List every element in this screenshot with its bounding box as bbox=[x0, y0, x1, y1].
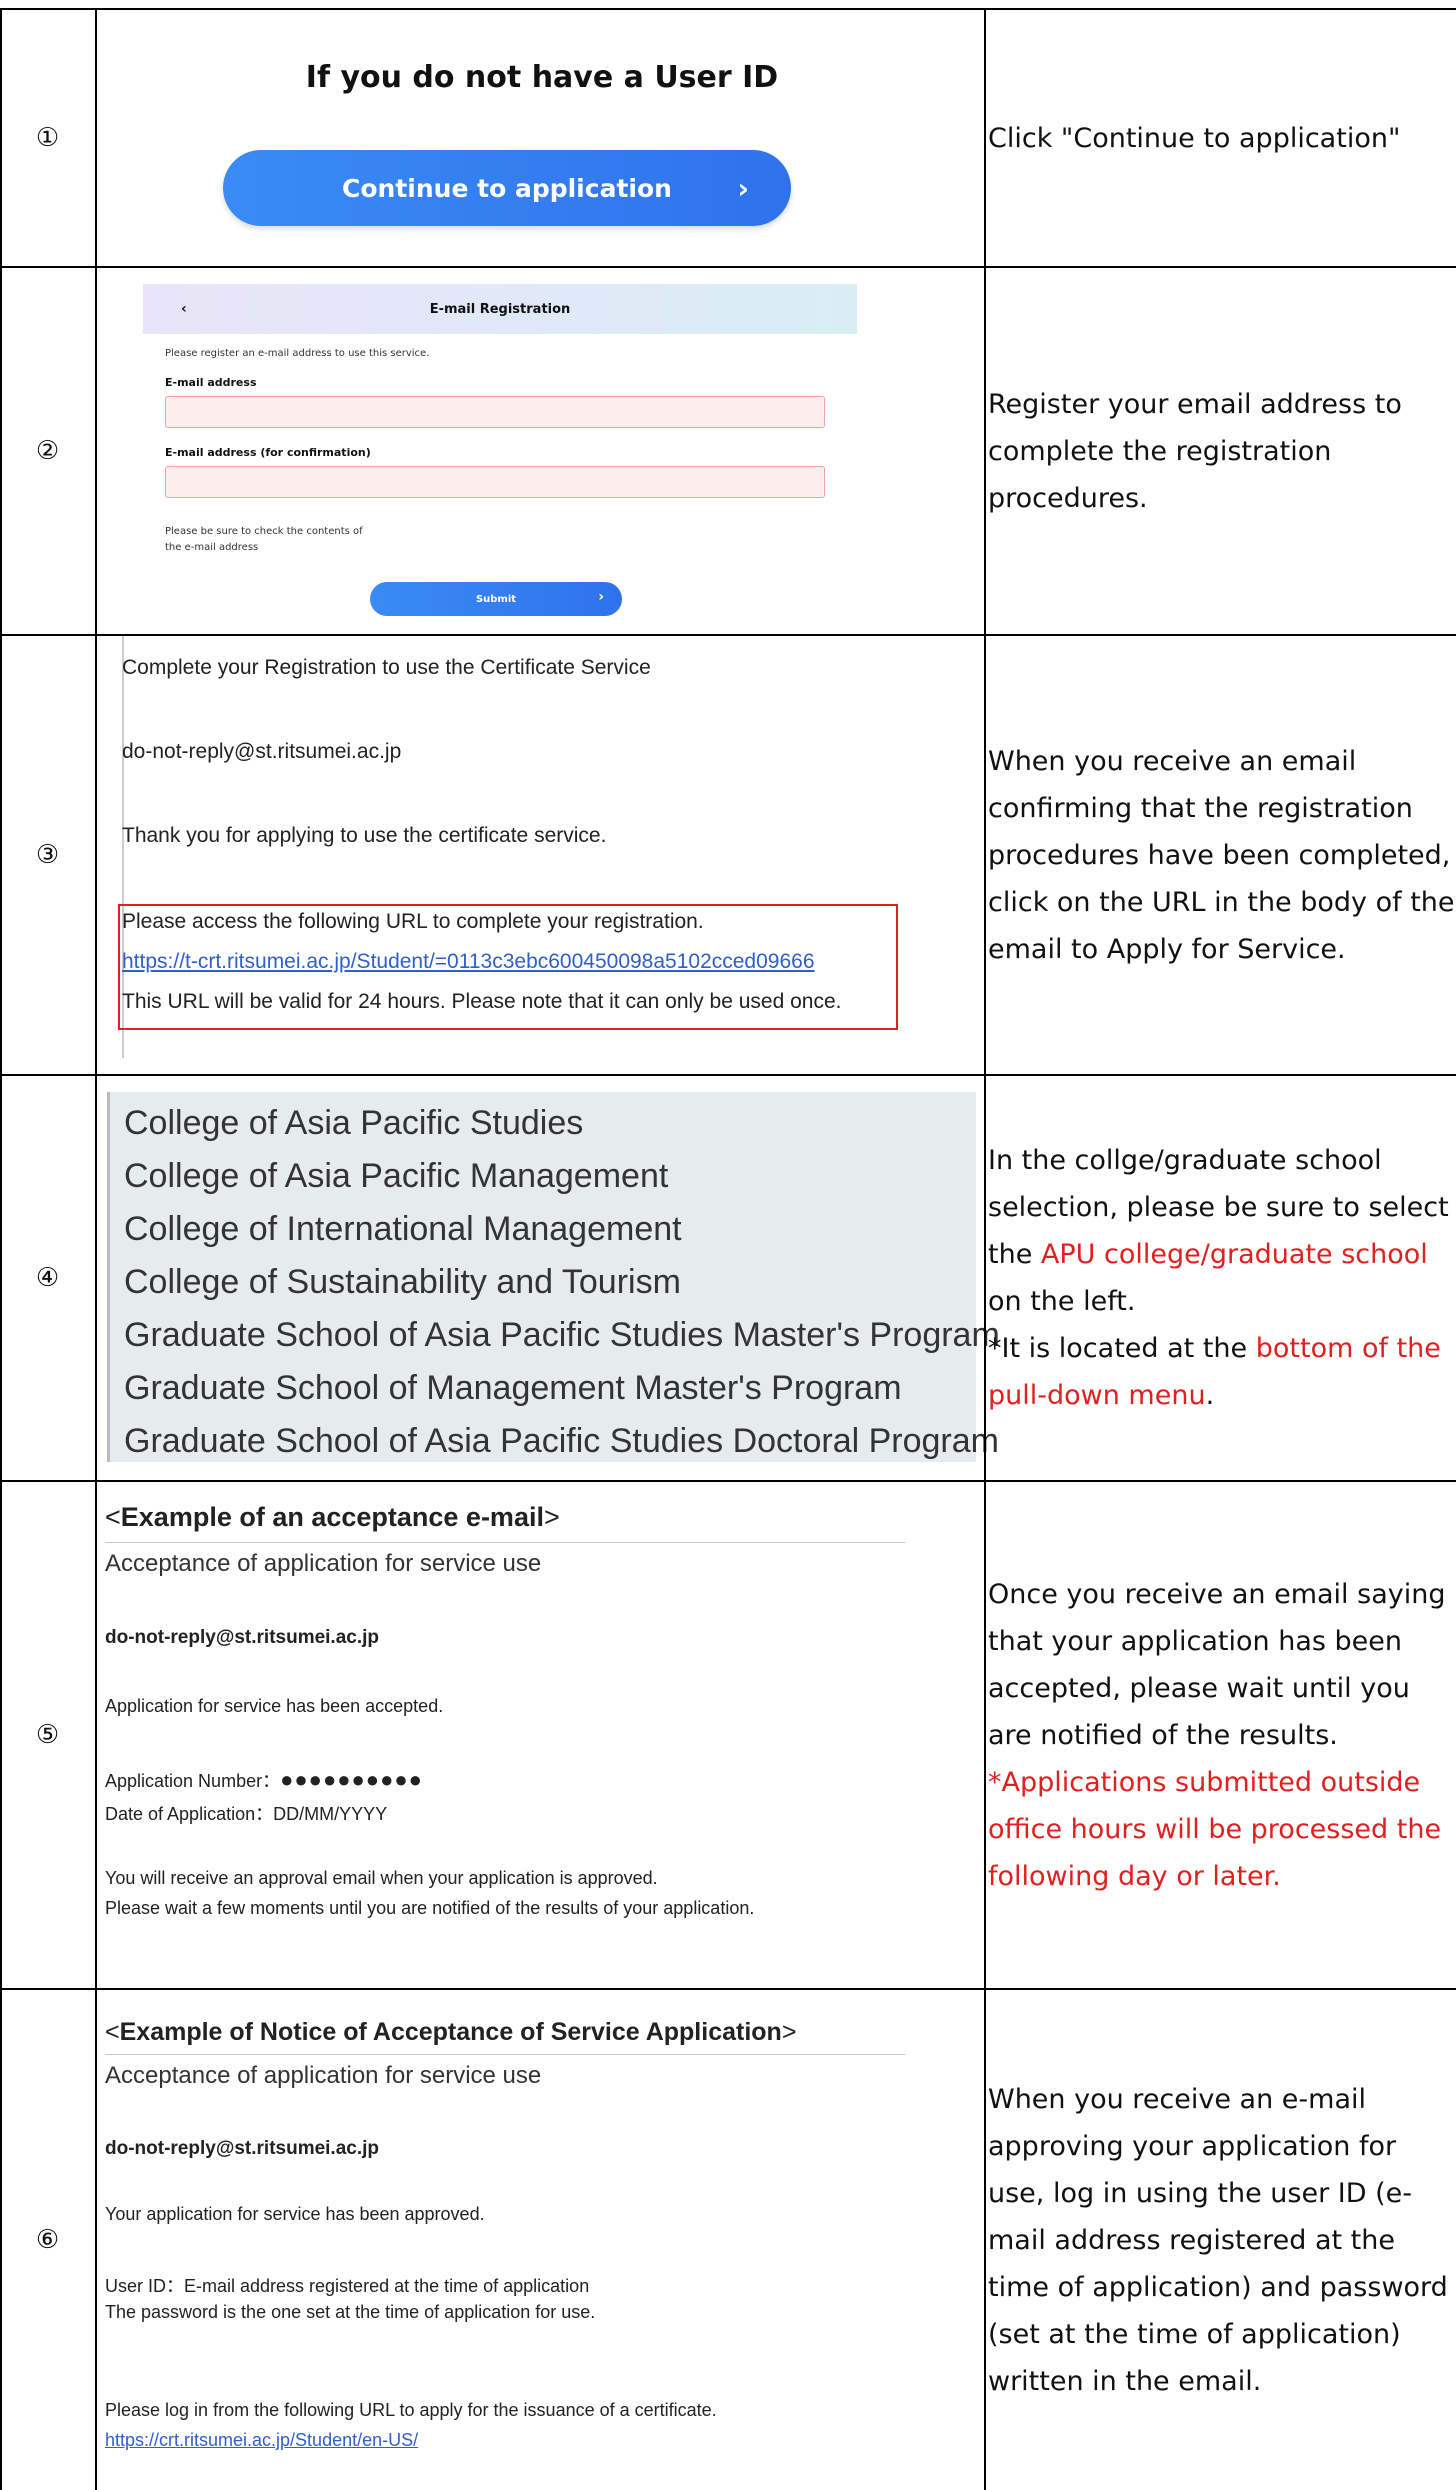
step-description-text: When you receive an e-mail approving you… bbox=[988, 2083, 1448, 2397]
step-description-text: In the collge/graduate school selection,… bbox=[988, 1137, 1456, 1419]
heading-text: Example of Notice of Acceptance of Servi… bbox=[119, 2018, 782, 2046]
app-number-value: ●●●●●●●●●● bbox=[280, 1767, 423, 1792]
step-number: ⑤ bbox=[35, 1720, 60, 1750]
heading-text: Example of an acceptance e-mail bbox=[120, 1502, 544, 1532]
college-item: College of Asia Pacific Management bbox=[124, 1157, 669, 1195]
email-registration-header: ‹ E-mail Registration bbox=[143, 284, 857, 334]
password-text: The password is the one set at the time … bbox=[105, 2302, 596, 2322]
heading-bracket: < bbox=[105, 2018, 120, 2046]
step-description: When you receive an e-mail approving you… bbox=[988, 1990, 1456, 2490]
application-number: Application Number：●●●●●●●●●● bbox=[105, 1767, 423, 1793]
heading-bracket: > bbox=[781, 2018, 797, 2046]
step-5-row: ⑤ <Example of an acceptance e-mail> Acce… bbox=[0, 1480, 1456, 1988]
step-description: Once you receive an email saying that yo… bbox=[988, 1482, 1456, 1988]
step-description-text: Once you receive an email saying that yo… bbox=[988, 1571, 1456, 1900]
table-column-divider bbox=[95, 8, 97, 2490]
login-url-link[interactable]: https://crt.ritsumei.ac.jp/Student/en-US… bbox=[105, 2430, 418, 2451]
step-4-row: ④ College of Asia Pacific Studies Colleg… bbox=[0, 1074, 1456, 1480]
submit-label: Submit bbox=[475, 593, 517, 605]
example-heading: <Example of Notice of Acceptance of Serv… bbox=[105, 2018, 796, 2047]
step-description-text: Click "Continue to application" bbox=[988, 122, 1401, 154]
desc-part: Once you receive an email saying that yo… bbox=[988, 1578, 1446, 1751]
heading-bracket: < bbox=[105, 1502, 121, 1532]
step-number: ② bbox=[35, 436, 60, 466]
desc-highlight: *Applications submitted outside office h… bbox=[988, 1766, 1442, 1892]
highlight-box bbox=[118, 904, 898, 1030]
email-sender: do-not-reply@st.ritsumei.ac.jp bbox=[105, 2138, 380, 2159]
college-item: Graduate School of Management Master's P… bbox=[124, 1369, 902, 1407]
note-text-2: the e-mail address bbox=[165, 542, 259, 553]
approved-text: Your application for service has been ap… bbox=[105, 2204, 485, 2224]
user-id-text: User ID：E-mail address registered at the… bbox=[105, 2276, 590, 2296]
heading-bracket: > bbox=[543, 1502, 560, 1532]
acceptance-email: <Example of an acceptance e-mail> Accept… bbox=[105, 1482, 975, 1988]
header-title: E-mail Registration bbox=[429, 301, 571, 317]
email-subject: Acceptance of application for service us… bbox=[105, 1550, 542, 1577]
email-thanks: Thank you for applying to use the certif… bbox=[122, 824, 607, 847]
step-description-text: When you receive an email confirming tha… bbox=[988, 745, 1455, 965]
email-confirm-label: E-mail address (for confirmation) bbox=[165, 446, 371, 459]
step-number: ④ bbox=[35, 1263, 60, 1293]
step-3-row: ③ Complete your Registration to use the … bbox=[0, 634, 1456, 1074]
desc-highlight: APU college/graduate school bbox=[1040, 1239, 1428, 1270]
step-number: ③ bbox=[35, 840, 60, 870]
step-description: Register your email address to complete … bbox=[988, 268, 1456, 634]
email-sender: do-not-reply@st.ritsumei.ac.jp bbox=[105, 1627, 380, 1648]
continue-to-application-button[interactable]: Continue to application › bbox=[223, 150, 791, 226]
approval-text: You will receive an approval email when … bbox=[105, 1868, 658, 1888]
email-subject: Complete your Registration to use the Ce… bbox=[122, 656, 651, 679]
wait-text: Please wait a few moments until you are … bbox=[105, 1898, 755, 1918]
button-label: Continue to application bbox=[342, 173, 672, 203]
email-confirm-input[interactable] bbox=[165, 466, 825, 498]
step-number: ① bbox=[35, 123, 60, 153]
college-item: College of Asia Pacific Studies bbox=[124, 1104, 584, 1142]
date-of-application: Date of Application：DD/MM/YYYY bbox=[105, 1804, 388, 1824]
app-number-label: Application Number： bbox=[105, 1771, 281, 1791]
intro-text: Please register an e-mail address to use… bbox=[165, 348, 430, 359]
back-chevron-icon[interactable]: ‹ bbox=[181, 301, 187, 317]
email-input[interactable] bbox=[165, 396, 825, 428]
table-left-border bbox=[0, 8, 2, 2490]
step-1-row: ① If you do not have a User ID Continue … bbox=[0, 8, 1456, 266]
login-text: Please log in from the following URL to … bbox=[105, 2400, 717, 2420]
example-heading: <Example of an acceptance e-mail> bbox=[105, 1502, 560, 1533]
college-item: Graduate School of Asia Pacific Studies … bbox=[124, 1316, 1000, 1354]
divider bbox=[105, 2054, 905, 2055]
desc-part: on the left. *It is located at the bbox=[988, 1286, 1248, 1364]
email-subject: Acceptance of application for service us… bbox=[105, 2062, 542, 2089]
chevron-right-icon: › bbox=[598, 589, 604, 605]
step-6-row: ⑥ <Example of Notice of Acceptance of Se… bbox=[0, 1988, 1456, 2490]
step-1-title: If you do not have a User ID bbox=[305, 60, 779, 95]
step-2-row: ② ‹ E-mail Registration Please register … bbox=[0, 266, 1456, 634]
step-description: When you receive an email confirming tha… bbox=[988, 636, 1456, 1074]
email-sender: do-not-reply@st.ritsumei.ac.jp bbox=[122, 740, 402, 763]
college-item: College of Sustainability and Tourism bbox=[124, 1263, 681, 1301]
note-text-1: Please be sure to check the contents of bbox=[165, 526, 363, 537]
chevron-right-icon: › bbox=[737, 172, 749, 205]
desc-part: . bbox=[1205, 1380, 1215, 1411]
college-item: Graduate School of Asia Pacific Studies … bbox=[124, 1422, 999, 1460]
step-description-text: Register your email address to complete … bbox=[988, 388, 1402, 514]
divider bbox=[105, 1542, 905, 1543]
step-description: In the collge/graduate school selection,… bbox=[988, 1076, 1456, 1480]
college-item: College of International Management bbox=[124, 1210, 682, 1248]
email-label: E-mail address bbox=[165, 376, 257, 389]
step-number: ⑥ bbox=[35, 2225, 60, 2255]
approval-email: <Example of Notice of Acceptance of Serv… bbox=[105, 1990, 975, 2490]
college-list: College of Asia Pacific Studies College … bbox=[107, 1092, 1000, 1462]
accepted-text: Application for service has been accepte… bbox=[105, 1696, 444, 1716]
submit-button[interactable]: Submit › bbox=[370, 582, 622, 616]
step-description: Click "Continue to application" bbox=[988, 10, 1456, 266]
table-column-divider bbox=[984, 8, 986, 2490]
